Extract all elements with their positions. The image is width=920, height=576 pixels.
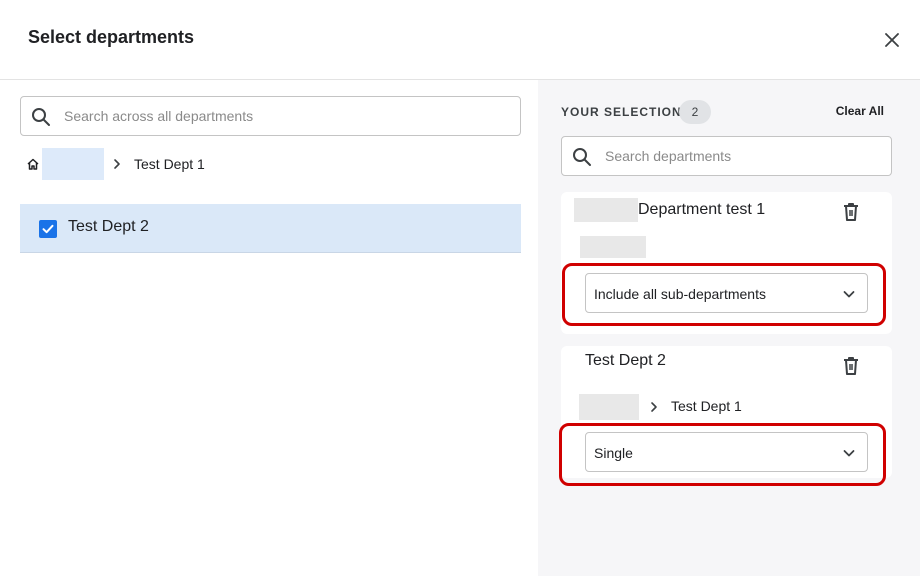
search-icon — [32, 108, 50, 126]
trash-icon[interactable] — [841, 201, 861, 223]
home-icon[interactable] — [26, 157, 40, 171]
search-selected-departments[interactable] — [561, 136, 892, 176]
dropdown-value: Include all sub-departments — [594, 286, 766, 302]
card-title: Test Dept 2 — [585, 352, 666, 369]
trash-icon[interactable] — [841, 355, 861, 377]
clear-all-button[interactable]: Clear All — [828, 104, 884, 122]
selected-department-card: Department test 1 Include all sub-depart… — [561, 192, 892, 334]
chevron-right-icon — [114, 159, 120, 169]
search-all-departments[interactable] — [20, 96, 521, 136]
card-title-row: Test Dept 2 — [585, 352, 666, 378]
search-icon — [573, 148, 591, 166]
selection-panel: YOUR SELECTION 2 Clear All Department te… — [538, 80, 920, 576]
close-button[interactable] — [880, 28, 904, 52]
dropdown-value: Single — [594, 445, 633, 461]
chevron-right-icon — [651, 402, 657, 412]
path-label: Test Dept 1 — [671, 398, 742, 414]
redacted-block — [574, 198, 638, 222]
list-item-label: Test Dept 2 — [68, 218, 149, 235]
dialog-header: Select departments — [0, 0, 920, 80]
breadcrumb: Test Dept 1 — [26, 148, 326, 180]
chevron-down-icon — [843, 291, 855, 298]
redacted-block — [579, 394, 639, 420]
redacted-block — [580, 236, 646, 258]
breadcrumb-root[interactable] — [42, 148, 104, 180]
breadcrumb-current[interactable]: Test Dept 1 — [134, 156, 205, 172]
scope-dropdown[interactable]: Include all sub-departments — [585, 273, 868, 313]
selection-heading: YOUR SELECTION — [561, 105, 682, 119]
card-title: Department test 1 — [638, 201, 766, 218]
search-input[interactable] — [64, 97, 504, 135]
list-item[interactable]: Test Dept 2 — [20, 204, 521, 253]
selection-count-badge: 2 — [679, 100, 711, 124]
check-icon — [42, 224, 54, 234]
dialog-title: Select departments — [28, 27, 195, 47]
close-icon — [885, 33, 899, 47]
search-input[interactable] — [605, 137, 885, 175]
checkbox[interactable] — [39, 220, 57, 238]
selected-department-card: Test Dept 2 Test Dept 1 Single — [559, 346, 892, 486]
department-path: Test Dept 1 — [579, 394, 839, 420]
card-title-row: Department test 1 — [574, 198, 765, 224]
chevron-down-icon — [843, 450, 855, 457]
department-browser: Test Dept 1 Test Dept 2 — [0, 80, 538, 576]
scope-dropdown[interactable]: Single — [585, 432, 868, 472]
